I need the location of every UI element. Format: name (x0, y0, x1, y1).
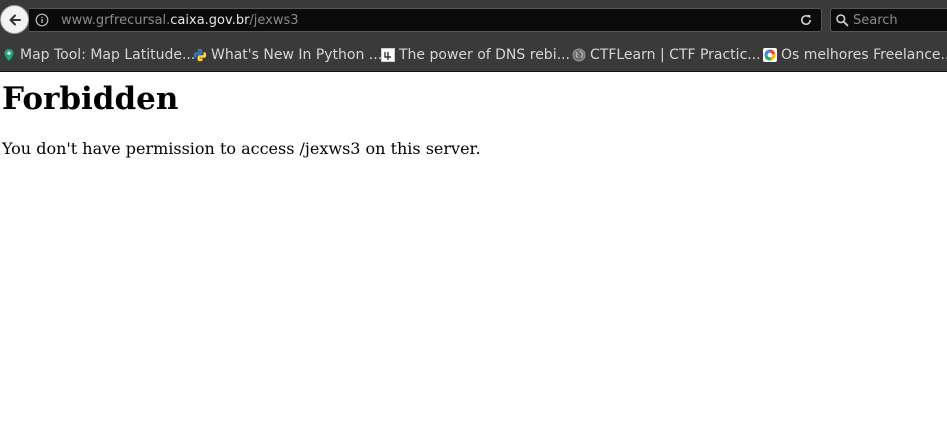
bookmark-python[interactable]: What's New In Python ... (193, 46, 382, 64)
info-icon[interactable] (35, 13, 49, 27)
bookmark-ctflearn[interactable]: CTFLearn | CTF Practic... (572, 46, 761, 64)
search-icon (835, 13, 849, 27)
search-input[interactable] (853, 11, 945, 29)
address-bar[interactable]: www.grfrecursal.caixa.gov.br/jexws3 (29, 8, 822, 32)
page-icon (381, 48, 395, 62)
page-content: Forbidden You don't have permission to a… (0, 72, 947, 425)
error-message: You don't have permission to access /jex… (2, 139, 481, 158)
map-pin-icon (2, 48, 16, 62)
url-domain: caixa.gov.br (170, 13, 250, 28)
page-title: Forbidden (2, 81, 179, 117)
arrow-left-icon (9, 14, 21, 25)
bookmark-map-tool[interactable]: Map Tool: Map Latitude... (2, 46, 195, 64)
bookmark-freelancer[interactable]: Os melhores Freelance... (763, 46, 947, 64)
url-text[interactable]: www.grfrecursal.caixa.gov.br/jexws3 (61, 12, 299, 29)
bookmarks-bar: Map Tool: Map Latitude... What's New In … (0, 39, 947, 72)
bookmark-label: Map Tool: Map Latitude... (20, 47, 196, 63)
back-button[interactable] (0, 5, 29, 34)
bookmark-label: The power of DNS rebi... (399, 47, 570, 63)
reload-icon[interactable] (799, 13, 813, 27)
colorful-logo-icon (763, 48, 777, 62)
url-path: /jexws3 (249, 13, 299, 28)
bookmark-label: Os melhores Freelance... (781, 47, 947, 63)
search-bar[interactable] (830, 8, 947, 32)
url-prefix: www.grfrecursal. (61, 13, 171, 28)
bookmark-label: CTFLearn | CTF Practic... (590, 47, 761, 63)
navigation-toolbar: www.grfrecursal.caixa.gov.br/jexws3 (0, 0, 947, 39)
python-icon (193, 48, 207, 62)
bookmark-dns-rebinding[interactable]: The power of DNS rebi... (381, 46, 570, 64)
bookmark-label: What's New In Python ... (211, 47, 383, 63)
globe-icon (572, 48, 586, 62)
